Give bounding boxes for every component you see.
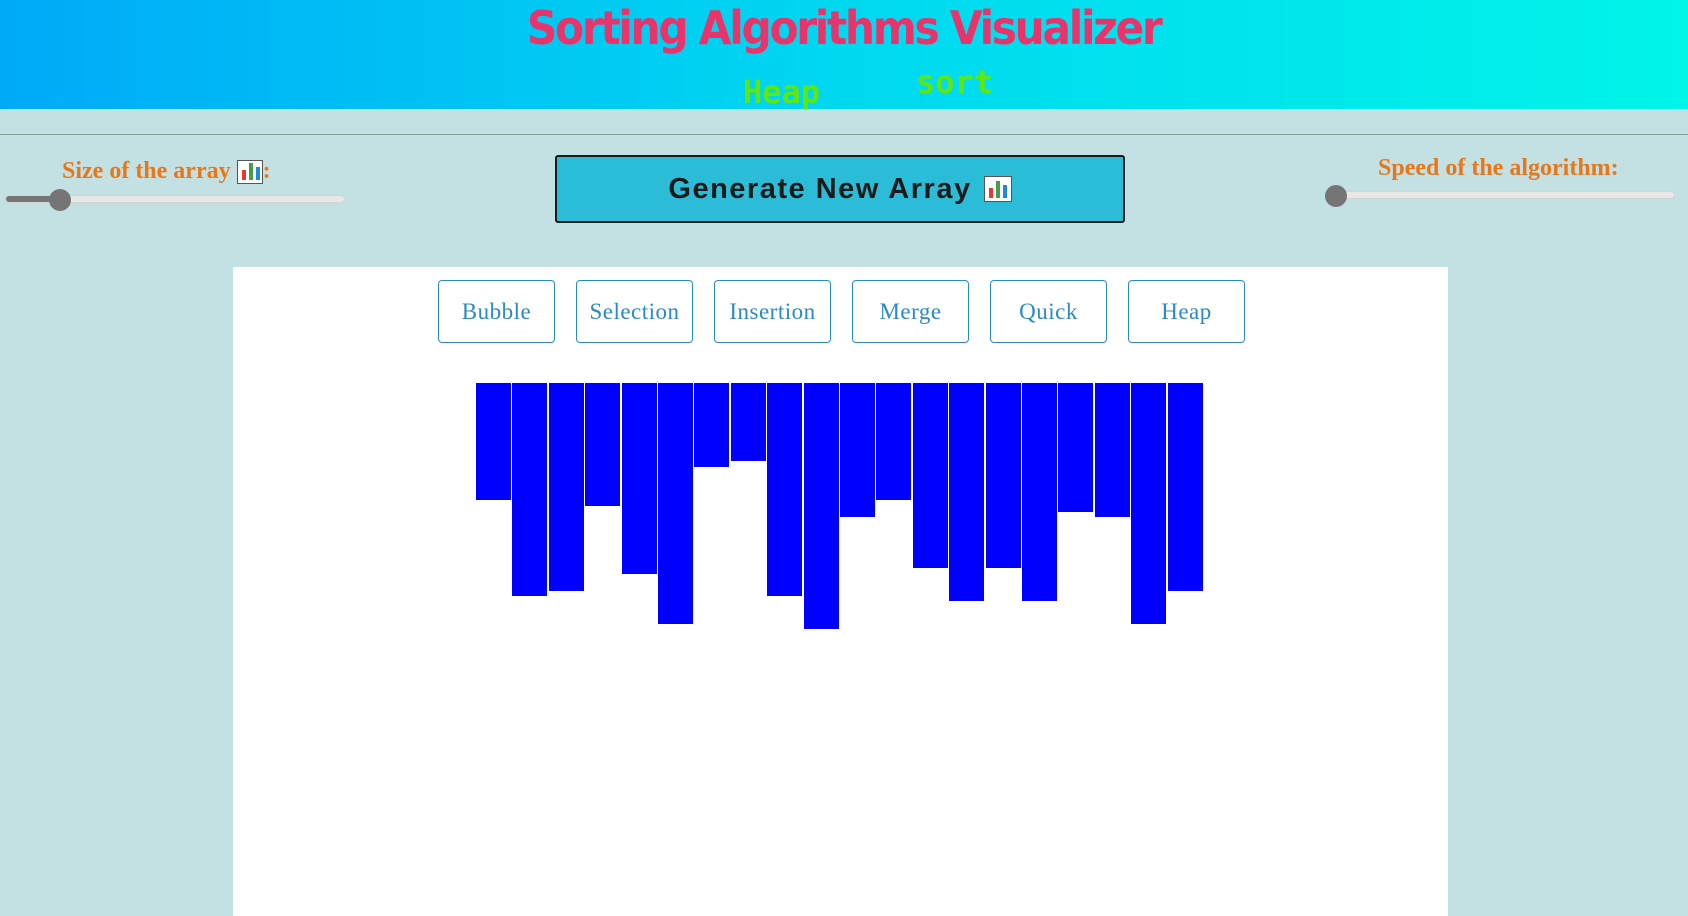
- size-label-text: Size of the array: [62, 158, 231, 184]
- generate-array-label: Generate New Array: [668, 172, 972, 205]
- generate-array-button[interactable]: Generate New Array: [555, 155, 1125, 223]
- array-bar: [840, 383, 875, 517]
- header-divider: [0, 134, 1688, 135]
- algorithm-buttons: Bubble Selection Insertion Merge Quick H…: [438, 280, 1245, 343]
- speed-label: Speed of the algorithm:: [1378, 155, 1619, 181]
- array-bar: [658, 383, 693, 624]
- bar-chart-icon: [236, 160, 263, 185]
- array-bar: [1022, 383, 1057, 601]
- speed-slider[interactable]: [1325, 185, 1675, 207]
- size-slider[interactable]: [5, 189, 345, 211]
- selection-sort-button[interactable]: Selection: [576, 280, 693, 343]
- array-bar: [876, 383, 912, 500]
- array-bar: [1131, 383, 1167, 624]
- array-bar: [512, 383, 548, 596]
- array-bar: [949, 383, 985, 601]
- array-bar: [694, 383, 730, 467]
- quick-sort-button[interactable]: Quick: [990, 280, 1107, 343]
- array-bar: [803, 383, 839, 629]
- array-bars: [476, 383, 1203, 633]
- array-bar: [730, 383, 766, 461]
- heap-sort-button[interactable]: Heap: [1128, 280, 1245, 343]
- array-bar: [476, 383, 511, 500]
- size-label-colon: :: [262, 158, 271, 184]
- array-bar: [1058, 383, 1094, 512]
- array-bar: [912, 383, 948, 568]
- array-bar: [1094, 383, 1130, 517]
- algorithm-name-word-1: Heap: [743, 73, 821, 111]
- array-bar: [548, 383, 584, 591]
- algorithm-name-word-2: sort: [916, 63, 994, 101]
- array-bar: [985, 383, 1021, 568]
- size-label: Size of the array :: [62, 158, 271, 185]
- insertion-sort-button[interactable]: Insertion: [714, 280, 831, 343]
- merge-sort-button[interactable]: Merge: [852, 280, 969, 343]
- array-bar: [621, 383, 657, 574]
- header-banner: Sorting Algorithms Visualizer Heap sort: [0, 0, 1688, 111]
- page-title: Sorting Algorithms Visualizer: [526, 1, 1163, 55]
- bubble-sort-button[interactable]: Bubble: [438, 280, 555, 343]
- size-slider-thumb[interactable]: [49, 189, 72, 211]
- array-bar: [585, 383, 621, 506]
- array-bar: [1167, 383, 1203, 591]
- array-bar: [767, 383, 803, 596]
- speed-slider-thumb[interactable]: [1325, 185, 1347, 207]
- bar-chart-icon: [983, 176, 1012, 202]
